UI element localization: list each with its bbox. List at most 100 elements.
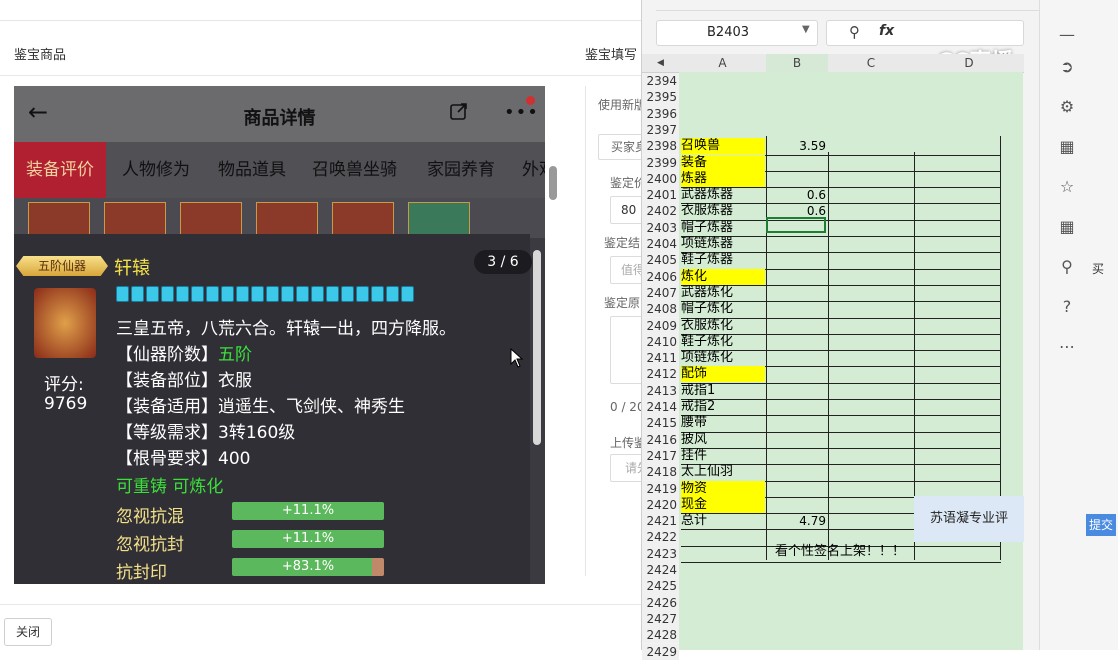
cell-a[interactable]: 挂件 — [681, 448, 765, 464]
cell-a[interactable]: 武器炼器 — [681, 187, 765, 203]
row-number[interactable]: 2426 — [642, 594, 679, 611]
cell-a[interactable]: 帽子炼器 — [681, 220, 765, 236]
selected-cell[interactable] — [766, 217, 826, 233]
cell-b[interactable] — [766, 171, 826, 187]
cell-b[interactable]: 4.79 — [766, 513, 826, 529]
cell-a[interactable]: 衣服炼器 — [681, 203, 765, 219]
cell-a[interactable]: 腰带 — [681, 415, 765, 431]
cell-b[interactable] — [766, 529, 826, 545]
search-icon[interactable]: ⚲ — [1056, 256, 1078, 278]
tab-home[interactable]: 家园养育 — [427, 142, 495, 198]
cell-a[interactable]: 炼器 — [681, 170, 765, 187]
thumbnail[interactable] — [28, 202, 90, 238]
cell-a[interactable]: 武器炼化 — [681, 285, 765, 301]
cell-b[interactable] — [766, 318, 826, 334]
cell-b[interactable] — [766, 89, 826, 105]
chart-icon[interactable]: ▦ — [1056, 216, 1078, 238]
row-number[interactable]: 2422 — [642, 529, 679, 546]
row-number[interactable]: 2397 — [642, 121, 679, 139]
cell-a[interactable]: 戒指1 — [681, 383, 765, 399]
thumbnail[interactable] — [408, 202, 470, 238]
cell-b[interactable] — [766, 383, 826, 399]
row-number[interactable]: 2405 — [642, 252, 679, 269]
cell-b[interactable] — [766, 611, 826, 627]
help-icon[interactable]: ? — [1056, 296, 1078, 318]
row-number[interactable]: 2420 — [642, 496, 679, 514]
cell-b[interactable] — [766, 644, 826, 660]
cell-a[interactable] — [681, 562, 765, 578]
cell-a[interactable]: 装备 — [681, 154, 765, 171]
column-header[interactable]: C — [828, 54, 914, 73]
note-cell[interactable]: 看个性签名上架！！！ — [766, 544, 914, 560]
row-number[interactable]: 2414 — [642, 399, 679, 416]
row-number[interactable]: 2413 — [642, 382, 679, 399]
cell-a[interactable]: 炼化 — [681, 268, 765, 285]
row-number[interactable]: 2398 — [642, 138, 679, 155]
cell-b[interactable] — [766, 301, 826, 317]
cell-a[interactable]: 帽子炼化 — [681, 301, 765, 317]
cell-a[interactable]: 太上仙羽 — [681, 464, 765, 480]
row-number[interactable]: 2407 — [642, 284, 679, 302]
cell-a[interactable] — [681, 578, 765, 594]
cell-a[interactable]: 戒指2 — [681, 399, 765, 415]
more-icon[interactable]: ••• — [504, 102, 539, 123]
cell-a[interactable]: 配饰 — [681, 366, 765, 383]
cell-a[interactable] — [681, 106, 765, 122]
cell-b[interactable]: 3.59 — [766, 138, 826, 154]
row-number[interactable]: 2427 — [642, 610, 679, 628]
row-number[interactable]: 2429 — [642, 643, 679, 660]
cell-b[interactable] — [766, 252, 826, 268]
cell-b[interactable] — [766, 595, 826, 611]
cell-b[interactable] — [766, 122, 826, 138]
cell-a[interactable]: 总计 — [681, 513, 765, 529]
row-number[interactable]: 2394 — [642, 73, 679, 90]
cell-b[interactable] — [766, 481, 826, 497]
row-number[interactable]: 2404 — [642, 236, 679, 253]
cell-a[interactable] — [681, 122, 765, 138]
row-number[interactable]: 2396 — [642, 105, 679, 122]
cell-b[interactable] — [766, 350, 826, 366]
cell-b[interactable] — [766, 448, 826, 464]
chevron-down-icon[interactable]: ▼ — [802, 24, 810, 35]
row-number[interactable]: 2395 — [642, 89, 679, 106]
cell-a[interactable]: 项链炼化 — [681, 350, 765, 366]
phone-scrollbar[interactable] — [533, 250, 541, 445]
cell-b[interactable] — [766, 73, 826, 89]
cell-a[interactable]: 鞋子炼化 — [681, 334, 765, 350]
cell-a[interactable] — [681, 611, 765, 627]
fx-icon[interactable]: fx — [879, 23, 894, 39]
column-header[interactable]: A — [679, 54, 766, 73]
row-number[interactable]: 2424 — [642, 562, 679, 579]
corner-cell[interactable]: ◀ — [642, 54, 679, 73]
column-header[interactable]: B — [766, 54, 828, 74]
page-scrollbar[interactable] — [549, 166, 557, 200]
cell-b[interactable] — [766, 627, 826, 643]
tab-summons[interactable]: 召唤兽坐骑 — [312, 142, 397, 198]
cell-b[interactable] — [766, 334, 826, 350]
star-icon[interactable]: ☆ — [1056, 176, 1078, 198]
row-number[interactable]: 2399 — [642, 154, 679, 171]
row-number[interactable]: 2408 — [642, 301, 679, 318]
close-button[interactable]: 关闭 — [4, 618, 52, 646]
cell-a[interactable] — [681, 73, 765, 89]
row-number[interactable]: 2402 — [642, 203, 679, 220]
cell-a[interactable] — [681, 89, 765, 105]
cell-b[interactable] — [766, 464, 826, 480]
row-number[interactable]: 2415 — [642, 415, 679, 432]
thumbnail[interactable] — [332, 202, 394, 238]
cell-a[interactable] — [681, 529, 765, 545]
sliders-icon[interactable]: ⚙ — [1056, 96, 1078, 118]
cell-b[interactable] — [766, 236, 826, 252]
cell-a[interactable]: 物资 — [681, 480, 765, 497]
cell-b[interactable] — [766, 106, 826, 122]
row-number[interactable]: 2428 — [642, 627, 679, 644]
cell-a[interactable] — [681, 627, 765, 643]
row-number[interactable]: 2418 — [642, 464, 679, 481]
row-number[interactable]: 2400 — [642, 170, 679, 188]
row-number[interactable]: 2412 — [642, 366, 679, 383]
cell-b[interactable] — [766, 399, 826, 415]
cell-a[interactable]: 衣服炼化 — [681, 318, 765, 334]
cell-b[interactable] — [766, 155, 826, 171]
submit-button[interactable]: 提交 — [1086, 514, 1116, 536]
thumbnail[interactable] — [180, 202, 242, 238]
